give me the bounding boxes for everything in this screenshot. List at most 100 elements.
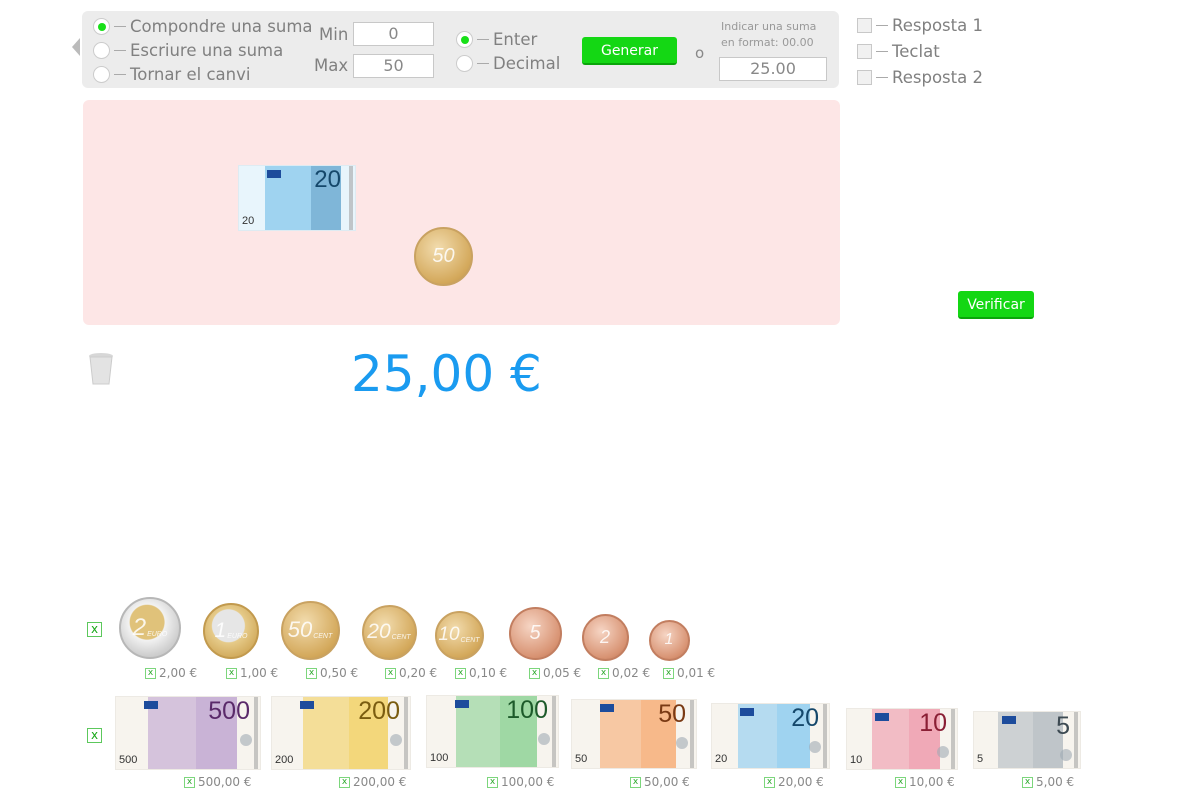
remove-coin-checkbox[interactable]: x — [306, 667, 317, 679]
bill-small-value: 200 — [275, 754, 294, 766]
generate-button[interactable]: Generar — [582, 37, 677, 65]
coin-value-text: 0,10 € — [469, 666, 508, 680]
bill-small-value: 20 — [715, 753, 728, 765]
coin-005[interactable]: 5 — [508, 606, 562, 660]
checkbox-answer-2[interactable]: Resposta 2 — [857, 68, 983, 87]
eu-flag-icon — [1002, 716, 1016, 724]
mode-option-change[interactable]: Tornar el canvi — [93, 65, 250, 84]
bill-value: 20 — [791, 704, 819, 732]
coin-value-label: x 0,20 € — [385, 666, 437, 680]
remove-coin-checkbox[interactable]: x — [529, 667, 540, 679]
bill-500[interactable]: 500 500 — [115, 696, 261, 770]
min-input[interactable]: 0 — [353, 22, 434, 46]
format-hint-line: Indicar una suma — [721, 20, 817, 33]
collapse-panel-arrow[interactable] — [72, 38, 80, 56]
toggle-bills-button[interactable]: x — [87, 728, 102, 743]
bill-value: 200 — [358, 697, 400, 725]
mode-option-compose[interactable]: Compondre una suma — [93, 17, 313, 36]
remove-bill-checkbox[interactable]: x — [184, 776, 195, 788]
coin-020[interactable]: 20 CENT — [361, 604, 417, 660]
checkbox[interactable] — [857, 70, 872, 85]
max-label: Max — [314, 56, 349, 75]
coin-value-label: x 0,10 € — [455, 666, 507, 680]
remove-bill-checkbox[interactable]: x — [487, 776, 498, 788]
bill-value: 5 — [1056, 712, 1070, 740]
bill-value-label: x 500,00 € — [184, 775, 251, 789]
coin-value-text: 0,20 € — [399, 666, 438, 680]
coin-face-value: 2 — [599, 626, 610, 647]
remove-bill-checkbox[interactable]: x — [339, 776, 350, 788]
bill-value-text: 10,00 € — [909, 775, 955, 789]
bill-small-value: 10 — [850, 754, 863, 766]
min-label: Min — [319, 25, 349, 44]
coin-face-value: 5 — [529, 621, 541, 644]
radio-button[interactable] — [456, 55, 473, 72]
placed-bill-20[interactable]: 20 20 — [238, 165, 356, 231]
coin-002[interactable]: 2 — [581, 613, 629, 661]
drop-area[interactable] — [83, 100, 840, 325]
max-input[interactable]: 50 — [353, 54, 434, 78]
bill-100[interactable]: 100 100 — [426, 695, 559, 768]
sum-input[interactable]: 25.00 — [719, 57, 827, 81]
bill-value-label: x 50,00 € — [630, 775, 690, 789]
bill-value-label: x 5,00 € — [1022, 775, 1074, 789]
remove-bill-checkbox[interactable]: x — [630, 776, 641, 788]
bill-value-text: 5,00 € — [1036, 775, 1075, 789]
coin-010[interactable]: 10 CENT — [434, 610, 484, 660]
coin-100[interactable]: 1 EURO — [203, 603, 259, 659]
radio-button[interactable] — [93, 66, 110, 83]
checkbox-keyboard[interactable]: Teclat — [857, 42, 940, 61]
bill-value: 10 — [919, 709, 947, 737]
coin-face-value: 20 — [367, 620, 391, 643]
coin-200[interactable]: 2 EURO — [119, 597, 181, 659]
checkbox-answer-1[interactable]: Resposta 1 — [857, 16, 983, 35]
toggle-coins-button[interactable]: x — [87, 622, 102, 637]
bill-value-label: x 200,00 € — [339, 775, 406, 789]
bill-small-value: 500 — [119, 754, 138, 766]
or-label: o — [695, 44, 705, 62]
checkbox[interactable] — [857, 18, 872, 33]
radio-button[interactable] — [93, 42, 110, 59]
coin-value-label: x 0,05 € — [529, 666, 581, 680]
mode-option-label: Escriure una suma — [130, 41, 284, 60]
bill-50[interactable]: 50 50 — [571, 699, 697, 769]
bill-value-text: 500,00 € — [198, 775, 252, 789]
coin-value-text: 2,00 € — [159, 666, 198, 680]
verify-button[interactable]: Verificar — [958, 291, 1034, 319]
checkbox[interactable] — [857, 44, 872, 59]
bill-10[interactable]: 10 10 — [846, 708, 958, 770]
remove-coin-checkbox[interactable]: x — [145, 667, 156, 679]
remove-bill-checkbox[interactable]: x — [1022, 776, 1033, 788]
radio-button[interactable] — [93, 18, 110, 35]
remove-coin-checkbox[interactable]: x — [598, 667, 609, 679]
checkbox-label: Resposta 1 — [892, 16, 983, 35]
eu-flag-icon — [600, 704, 614, 712]
number-type-integer[interactable]: Enter — [456, 30, 537, 49]
remove-coin-checkbox[interactable]: x — [455, 667, 466, 679]
bill-200[interactable]: 200 200 — [271, 696, 411, 770]
trash-icon[interactable] — [88, 352, 114, 390]
eu-flag-icon — [875, 713, 889, 721]
number-type-label: Enter — [493, 30, 538, 49]
number-type-decimal[interactable]: Decimal — [456, 54, 560, 73]
coin-value-label: x 0,01 € — [663, 666, 715, 680]
coin-001[interactable]: 1 — [648, 619, 690, 661]
remove-bill-checkbox[interactable]: x — [764, 776, 775, 788]
radio-button[interactable] — [456, 31, 473, 48]
eu-flag-icon — [300, 701, 314, 709]
bill-5[interactable]: 55 — [973, 711, 1081, 769]
checkbox-label: Resposta 2 — [892, 68, 983, 87]
placed-coin-50-cent[interactable]: 50 — [414, 227, 473, 286]
remove-bill-checkbox[interactable]: x — [895, 776, 906, 788]
coin-050[interactable]: 50 CENT — [280, 600, 340, 660]
eu-flag-icon — [144, 701, 158, 709]
bill-value: 500 — [208, 697, 250, 725]
mode-option-write[interactable]: Escriure una suma — [93, 41, 283, 60]
bill-small-value: 100 — [430, 752, 449, 764]
bill-20[interactable]: 20 20 — [711, 703, 830, 769]
format-hint: Indicar una suma en format: 00.00 — [721, 19, 816, 51]
remove-coin-checkbox[interactable]: x — [663, 667, 674, 679]
remove-coin-checkbox[interactable]: x — [385, 667, 396, 679]
remove-coin-checkbox[interactable]: x — [226, 667, 237, 679]
bill-small-value: 5 — [977, 753, 984, 765]
